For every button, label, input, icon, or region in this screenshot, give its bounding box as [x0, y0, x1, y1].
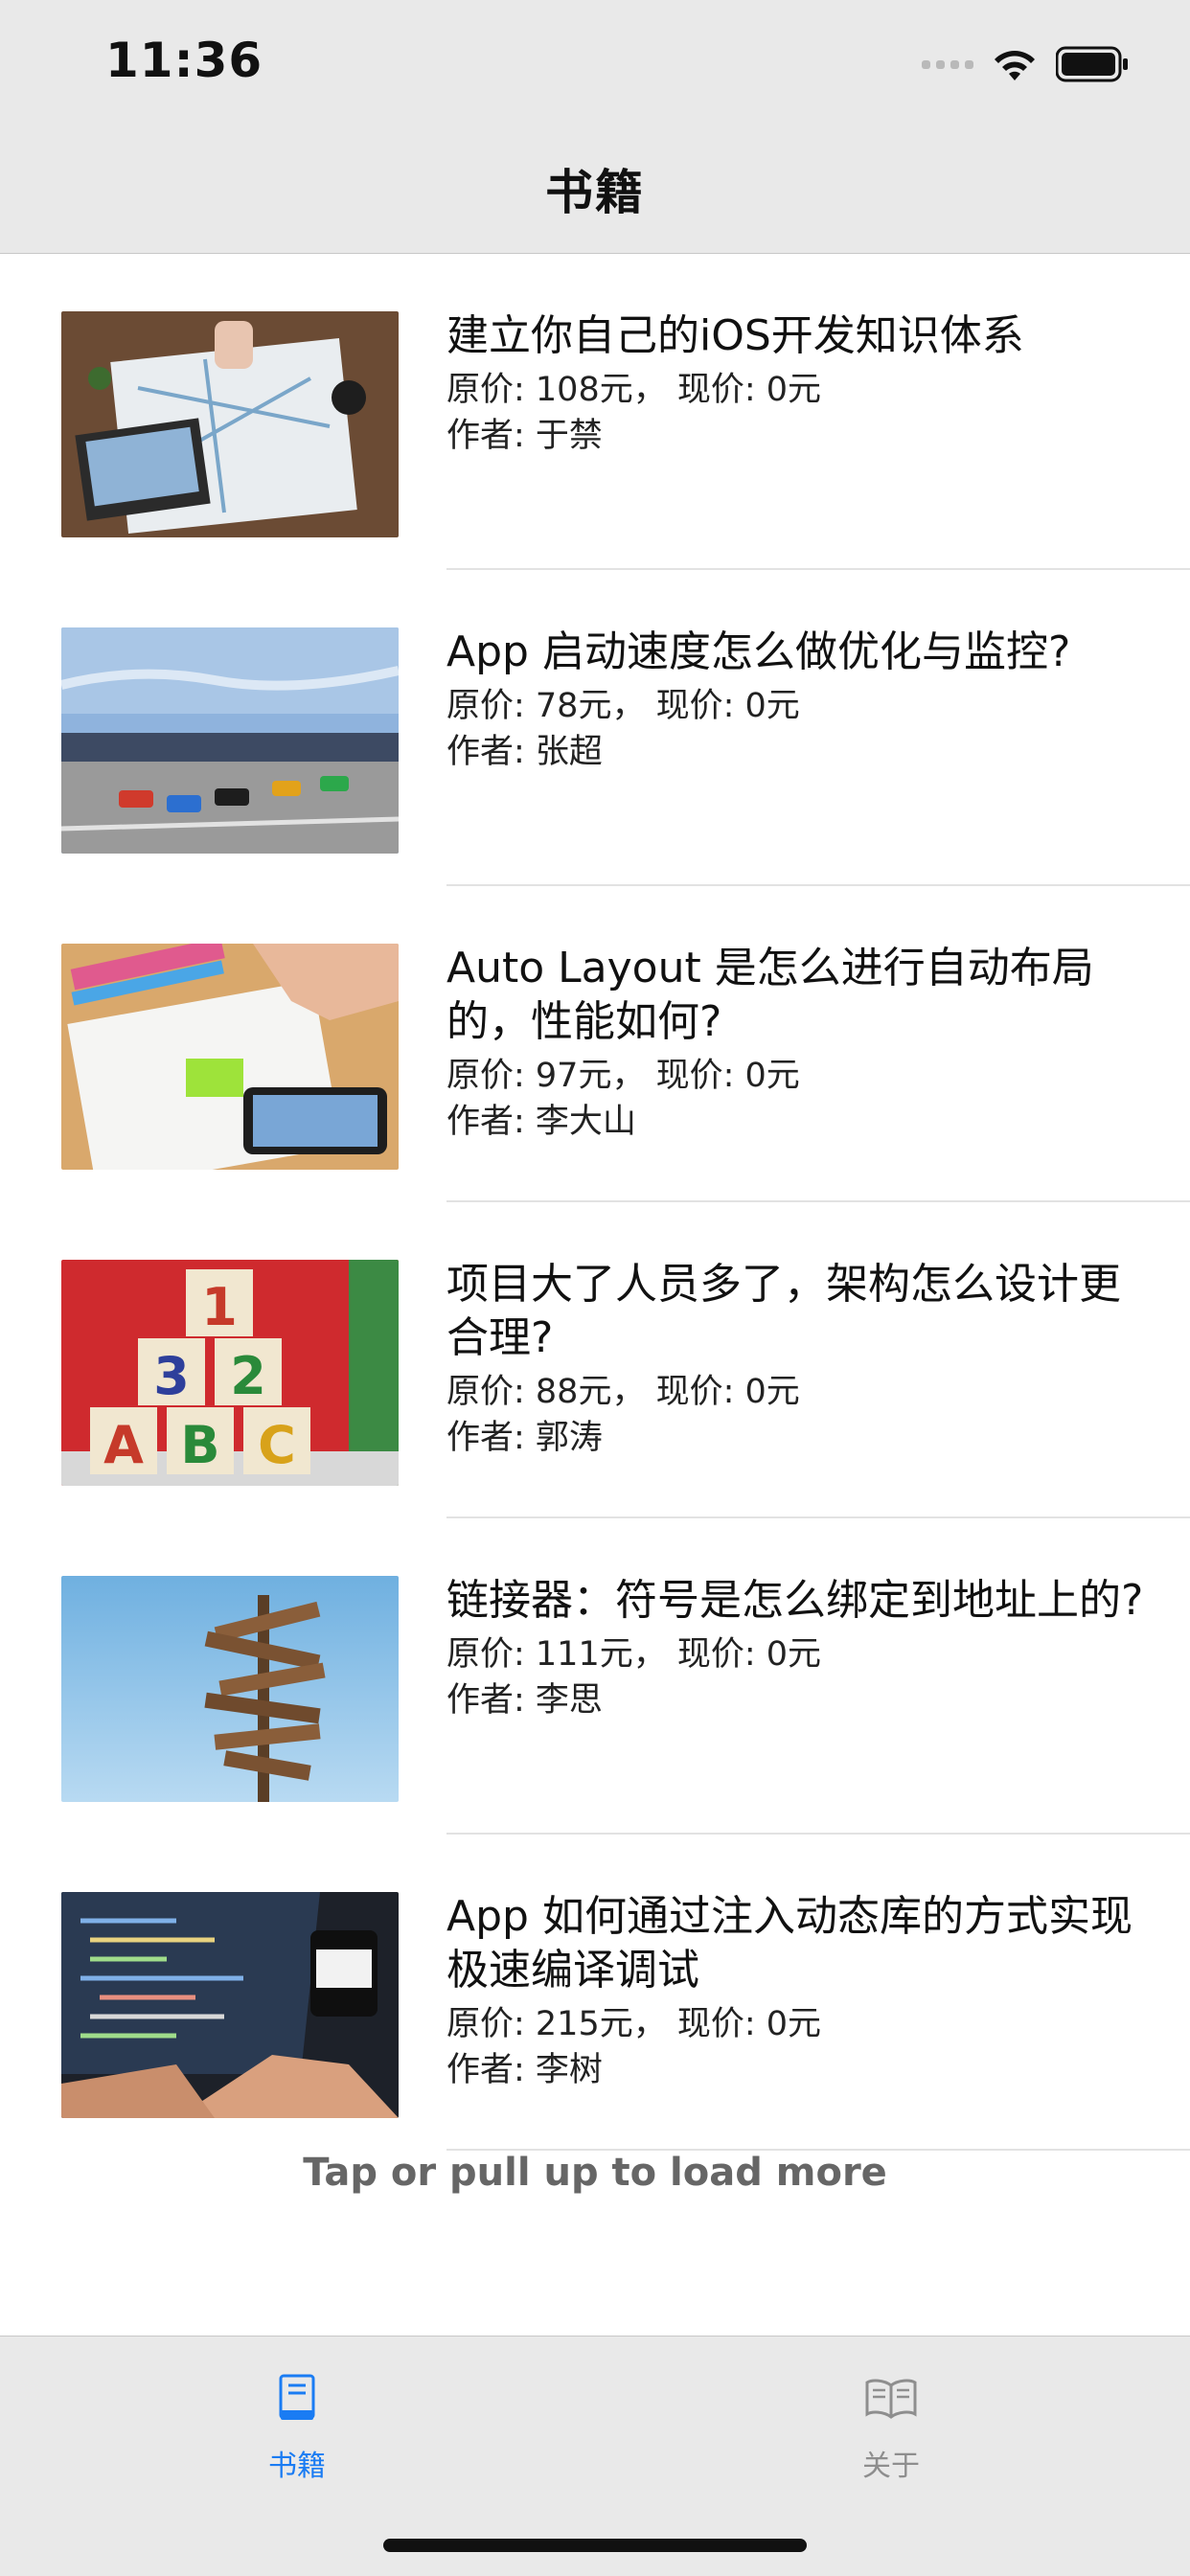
status-bar: 11:36 [0, 0, 1190, 125]
book-price: 原价: 78元， 现价: 0元 [446, 687, 800, 725]
book-author: 作者: 李大山 [446, 1103, 636, 1141]
book-title: App 启动速度怎么做优化与监控? [446, 627, 1071, 676]
book-author: 作者: 郭涛 [446, 1419, 603, 1457]
book-price: 原价: 97元， 现价: 0元 [446, 1057, 800, 1095]
load-more-button[interactable]: Tap or pull up to load more [0, 2151, 1190, 2195]
book-icon [201, 2365, 393, 2432]
book-cover-image [61, 1576, 399, 1802]
book-info: 项目大了人员多了，架构怎么设计更合理? 原价: 88元， 现价: 0元 作者: … [446, 1258, 1146, 1461]
book-price: 原价: 215元， 现价: 0元 [446, 2005, 822, 2043]
book-author: 作者: 李树 [446, 2051, 603, 2089]
book-row[interactable]: 1 3 2 A B C 项目大了人员多了，架构怎么设计更合理? 原价: 88元，… [0, 1202, 1190, 1518]
book-cover-image [61, 627, 399, 854]
book-info: 建立你自己的iOS开发知识体系 原价: 108元， 现价: 0元 作者: 于禁 [446, 309, 1146, 459]
home-indicator [383, 2539, 807, 2552]
book-info: App 启动速度怎么做优化与监控? 原价: 78元， 现价: 0元 作者: 张超 [446, 626, 1146, 775]
book-price: 原价: 111元， 现价: 0元 [446, 1635, 822, 1674]
book-title: 项目大了人员多了，架构怎么设计更合理? [446, 1260, 1121, 1362]
book-info: App 如何通过注入动态库的方式实现极速编译调试 原价: 215元， 现价: 0… [446, 1890, 1146, 2093]
book-row[interactable]: App 启动速度怎么做优化与监控? 原价: 78元， 现价: 0元 作者: 张超 [0, 570, 1190, 886]
tab-books[interactable]: 书籍 [201, 2365, 393, 2484]
book-row[interactable]: 链接器：符号是怎么绑定到地址上的? 原价: 111元， 现价: 0元 作者: 李… [0, 1518, 1190, 1835]
book-cover-image [61, 944, 399, 1170]
book-title: 建立你自己的iOS开发知识体系 [446, 311, 1024, 360]
book-title: App 如何通过注入动态库的方式实现极速编译调试 [446, 1892, 1133, 1995]
book-info: Auto Layout 是怎么进行自动布局的，性能如何? 原价: 97元， 现价… [446, 942, 1146, 1145]
svg-text:A: A [103, 1415, 144, 1475]
navigation-bar: 书籍 [0, 125, 1190, 254]
battery-icon [1056, 46, 1129, 82]
book-author: 作者: 李思 [446, 1681, 603, 1720]
page-title: 书籍 [545, 165, 645, 220]
book-author: 作者: 于禁 [446, 417, 603, 455]
book-title: 链接器：符号是怎么绑定到地址上的? [446, 1576, 1144, 1625]
svg-text:C: C [258, 1415, 296, 1475]
svg-text:3: 3 [153, 1346, 190, 1406]
tab-label: 书籍 [268, 2450, 326, 2483]
book-cover-image [61, 1892, 399, 2118]
book-row[interactable]: Auto Layout 是怎么进行自动布局的，性能如何? 原价: 97元， 现价… [0, 886, 1190, 1202]
book-row[interactable]: App 如何通过注入动态库的方式实现极速编译调试 原价: 215元， 现价: 0… [0, 1835, 1190, 2151]
open-book-icon [795, 2365, 987, 2432]
svg-text:B: B [180, 1415, 219, 1475]
book-cover-image [61, 311, 399, 537]
cellular-signal-icon [922, 59, 973, 69]
svg-text:1: 1 [201, 1277, 238, 1337]
book-price: 原价: 108元， 现价: 0元 [446, 371, 822, 409]
status-icons [922, 38, 1129, 90]
book-row[interactable]: 建立你自己的iOS开发知识体系 原价: 108元， 现价: 0元 作者: 于禁 [0, 254, 1190, 570]
book-price: 原价: 88元， 现价: 0元 [446, 1373, 800, 1411]
book-list[interactable]: 建立你自己的iOS开发知识体系 原价: 108元， 现价: 0元 作者: 于禁 [0, 254, 1190, 2151]
book-info: 链接器：符号是怎么绑定到地址上的? 原价: 111元， 现价: 0元 作者: 李… [446, 1574, 1146, 1723]
tab-about[interactable]: 关于 [795, 2365, 987, 2484]
svg-text:2: 2 [230, 1346, 266, 1406]
book-author: 作者: 张超 [446, 733, 603, 771]
tab-label: 关于 [862, 2450, 920, 2483]
book-title: Auto Layout 是怎么进行自动布局的，性能如何? [446, 944, 1094, 1046]
status-time: 11:36 [105, 33, 263, 88]
wifi-icon [991, 46, 1039, 82]
book-cover-image: 1 3 2 A B C [61, 1260, 399, 1486]
